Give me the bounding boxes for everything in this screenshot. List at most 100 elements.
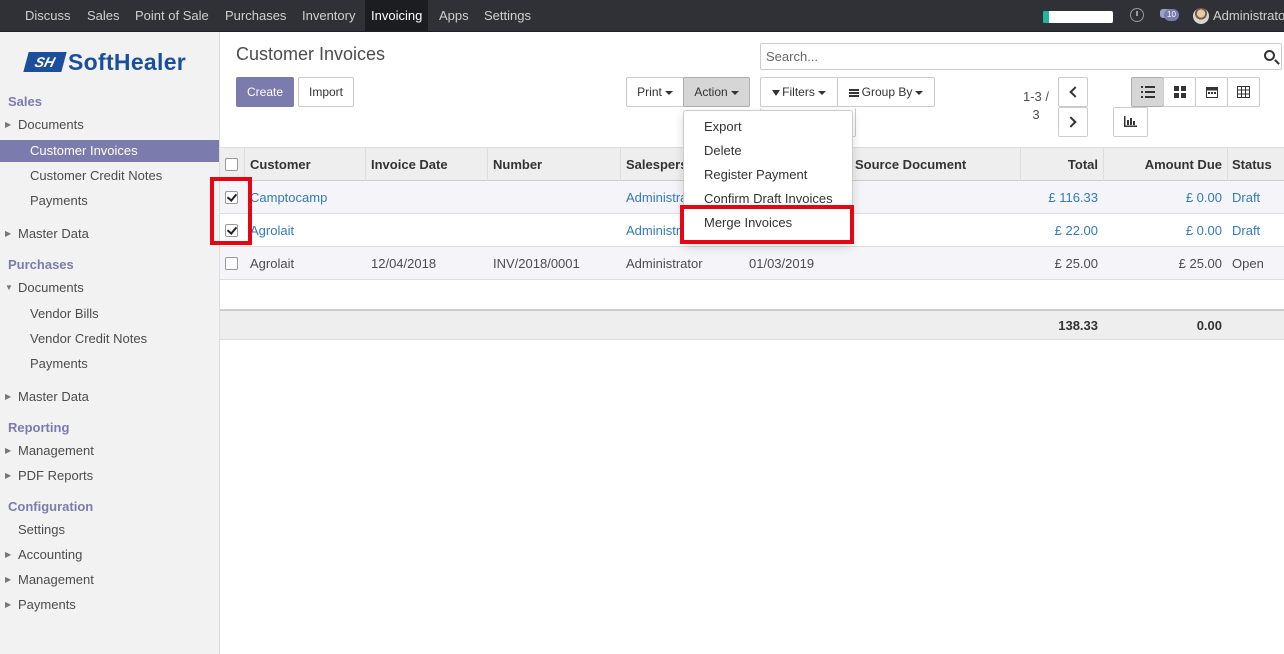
sidebar-item-purchases-payments[interactable]: Payments [0,353,219,375]
logo-mark: SH [23,52,67,72]
caret-right-icon: ▶ [5,446,12,455]
cell-status: Draft [1232,223,1261,238]
cell-source-document [855,247,1015,280]
header-status[interactable]: Status [1232,148,1284,181]
search-icon[interactable] [1264,50,1275,61]
checkbox-highlight-box [210,177,252,245]
cell-invoice-date: 12/04/2018 [371,256,437,271]
sidebar-item-config-payments[interactable]: ▶ Payments [0,594,219,616]
cell-salesperson: Administrator [626,256,703,271]
cell-source-document [855,214,1015,247]
row-checkbox[interactable] [225,257,238,270]
sidebar-item-purchases-documents[interactable]: ▼ Documents [0,277,219,299]
action-button[interactable]: Action [683,77,750,107]
sidebar-item-sales-documents[interactable]: ▶ Documents [0,114,219,136]
header-source-document[interactable]: Source Document [855,148,1015,181]
search-box[interactable] [760,43,1282,70]
cell-customer[interactable]: Camptocamp [250,181,360,214]
cell-customer[interactable]: Agrolait [250,247,360,280]
kanban-view-button[interactable] [1163,77,1196,107]
section-configuration: Configuration [8,499,94,514]
sidebar-item-config-management[interactable]: ▶ Management [0,569,219,591]
create-button[interactable]: Create [236,77,294,107]
cell-total: £ 22.00 [1054,223,1098,238]
calendar-view-button[interactable] [1195,77,1228,107]
list-icon [848,88,859,97]
sidebar-item-customer-credit-notes[interactable]: Customer Credit Notes [0,165,219,187]
cell-number [493,181,613,214]
filters-button[interactable]: Filters [760,77,838,107]
menu-settings[interactable]: Settings [478,0,537,31]
header-total[interactable]: Total [1026,148,1098,181]
caret-right-icon: ▶ [5,229,12,238]
menu-item-delete[interactable]: Delete [704,141,742,161]
sidebar-item-purchases-master-data[interactable]: ▶ Master Data [0,386,219,408]
user-menu[interactable]: Administrator [1213,0,1284,31]
cell-invoice-date [371,214,481,247]
user-avatar[interactable] [1193,8,1209,24]
header-salesperson[interactable]: Salesperson [626,148,684,181]
sidebar-item-settings[interactable]: Settings [0,519,219,541]
header-invoice-date[interactable]: Invoice Date [371,148,481,181]
menu-invoicing[interactable]: Invoicing [365,0,429,31]
caret-down-icon [817,90,826,95]
cell-status: Draft [1232,190,1261,205]
cell-total: £ 25.00 [1054,256,1098,271]
search-input[interactable] [761,44,1241,69]
sidebar-item-reporting-management[interactable]: ▶ Management [0,440,219,462]
kanban-view-icon [1173,86,1186,98]
caret-down-icon [915,90,924,95]
caret-right-icon: ▶ [5,550,12,559]
pager-total: 3 [1032,107,1040,122]
sidebar-item-customer-invoices[interactable]: Customer Invoices [0,140,219,162]
table-footer: 138.33 0.00 [220,309,1284,340]
pager-next-button[interactable] [1058,107,1088,137]
menu-inventory[interactable]: Inventory [296,0,361,31]
menu-purchases[interactable]: Purchases [219,0,292,31]
merge-invoices-highlight-box [680,205,854,244]
menu-apps[interactable]: Apps [433,0,475,31]
select-all-checkbox[interactable] [225,158,238,171]
pager-value[interactable]: 1-3 / 3 [1016,88,1056,124]
sidebar-item-sales-master-data[interactable]: ▶ Master Data [0,223,219,245]
chevron-left-icon [1069,86,1081,98]
sidebar-item-pdf-reports[interactable]: ▶ PDF Reports [0,465,219,487]
menu-sales[interactable]: Sales [81,0,126,31]
calendar-view-icon [1205,87,1218,98]
sidebar-item-sales-payments[interactable]: Payments [0,190,219,212]
caret-down-icon [664,90,673,95]
header-amount-due[interactable]: Amount Due [1109,148,1222,181]
sidebar-item-accounting[interactable]: ▶ Accounting [0,544,219,566]
loading-progress-bar [1043,11,1113,23]
table-row[interactable]: Agrolait 12/04/2018 INV/2018/0001 Admini… [220,247,1284,280]
cell-amount-due: £ 0.00 [1185,190,1222,205]
menu-item-export[interactable]: Export [704,117,742,137]
cell-due-date: 01/03/2019 [749,256,815,271]
pivot-view-button[interactable] [1227,77,1260,107]
cell-customer[interactable]: Agrolait [250,214,360,247]
import-button[interactable]: Import [298,77,354,107]
menu-item-register-payment[interactable]: Register Payment [704,165,807,185]
group-by-button[interactable]: Group By [837,77,935,107]
menu-discuss[interactable]: Discuss [19,0,77,31]
menu-point-of-sale[interactable]: Point of Sale [129,0,215,31]
sidebar-item-vendor-credit-notes[interactable]: Vendor Credit Notes [0,328,219,350]
cell-number: INV/2018/0001 [493,256,580,271]
cell-invoice-date [371,181,481,214]
pager-previous-button[interactable] [1058,77,1088,107]
print-button[interactable]: Print [626,77,684,107]
list-view-icon [1140,86,1155,98]
caret-down-icon [730,90,739,95]
cell-amount-due: £ 25.00 [1178,256,1222,271]
caret-right-icon: ▶ [5,392,12,401]
graph-view-button[interactable] [1113,107,1148,137]
header-number[interactable]: Number [493,148,603,181]
sidebar-item-vendor-bills[interactable]: Vendor Bills [0,303,219,325]
footer-amount-due: 0.00 [1196,318,1222,333]
caret-right-icon: ▶ [5,471,12,480]
page-title: Customer Invoices [236,44,386,64]
clock-icon[interactable] [1130,8,1144,22]
list-view-button[interactable] [1131,77,1164,107]
header-customer[interactable]: Customer [250,148,360,181]
section-reporting: Reporting [8,420,70,435]
